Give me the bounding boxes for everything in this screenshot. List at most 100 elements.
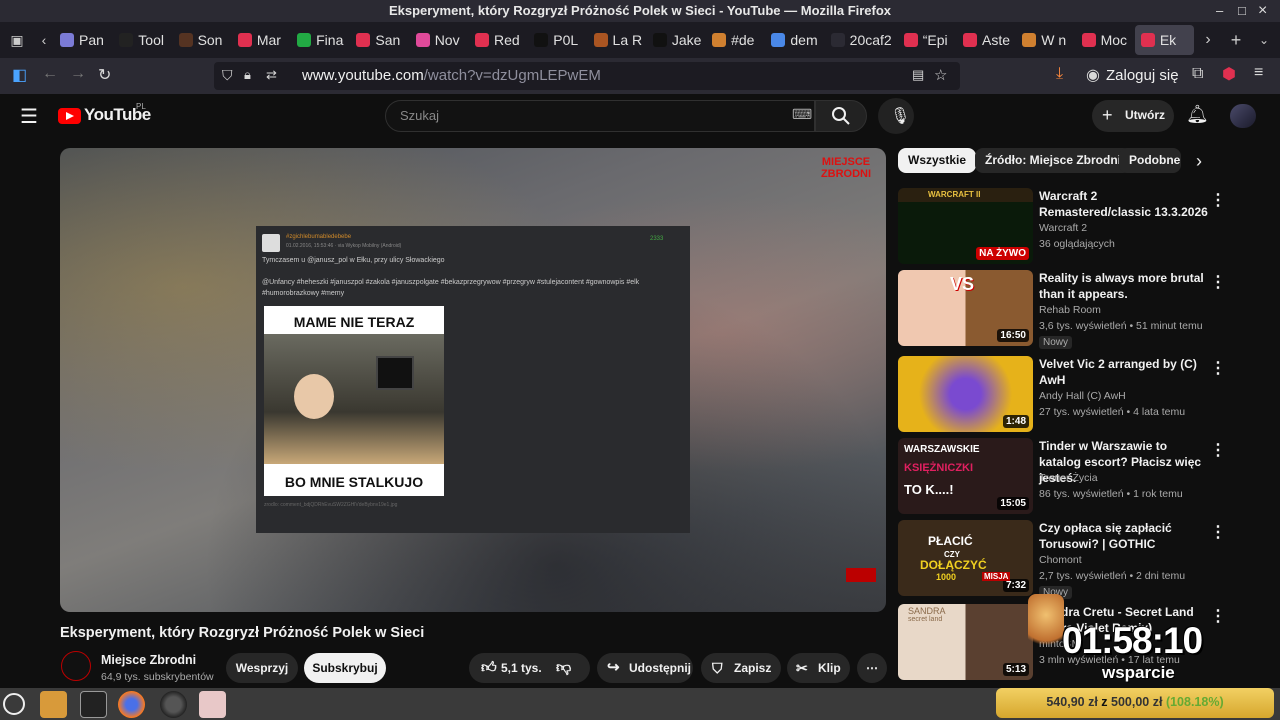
browser-tab[interactable]: #de	[706, 22, 765, 58]
permissions-icon[interactable]: ⇄	[266, 67, 277, 83]
video-menu-icon[interactable]: ⋮	[1210, 522, 1226, 542]
youtube-logo-icon[interactable]	[58, 108, 81, 124]
video-channel[interactable]: Rehab Room	[1039, 304, 1101, 316]
browser-tab[interactable]: La R	[588, 22, 647, 58]
browser-tab[interactable]: San	[350, 22, 409, 58]
browser-tab[interactable]: Jake	[647, 22, 706, 58]
url-text[interactable]: www.youtube.com/watch?v=dzUgmLEPwEM	[302, 67, 601, 84]
video-title[interactable]: Warcraft 2 Remastered/classic 13.3.2026	[1039, 188, 1209, 220]
video-thumbnail[interactable]: 1:48	[898, 356, 1033, 432]
search-button[interactable]	[815, 100, 867, 132]
chip-similar[interactable]: Podobne	[1119, 148, 1181, 173]
channel-name[interactable]: Miejsce Zbrodni	[101, 653, 196, 667]
terminal-icon[interactable]	[80, 691, 107, 718]
scroll-tabs-right-icon[interactable]: ›	[1194, 31, 1222, 49]
new-tab-icon[interactable]: +	[1222, 30, 1250, 51]
obs-icon[interactable]	[160, 691, 187, 718]
chip-source[interactable]: Źródło: Miejsce Zbrodni	[975, 148, 1132, 173]
video-menu-icon[interactable]: ⋮	[1210, 272, 1226, 292]
video-thumbnail[interactable]: 16:50 VS	[898, 270, 1033, 346]
extensions-icon[interactable]: ⧉	[1192, 65, 1203, 83]
video-thumbnail[interactable]: NA ŻYWO WARCRAFT II	[898, 188, 1033, 264]
subscribe-button[interactable]: Subskrybuj	[304, 653, 386, 683]
share-button[interactable]: ↪ Udostępnij	[597, 653, 693, 683]
scroll-tabs-left-icon[interactable]: ‹	[34, 32, 54, 48]
ublock-icon[interactable]: ⬢	[1222, 64, 1236, 84]
video-channel[interactable]: Chomont	[1039, 554, 1082, 566]
forward-icon[interactable]: →	[70, 65, 86, 83]
recommended-video[interactable]: NA ŻYWO WARCRAFT II Warcraft 2 Remastered/…	[898, 188, 1228, 266]
browser-tab[interactable]: “Epi	[898, 22, 957, 58]
sidebar-icon[interactable]: ◧	[12, 65, 27, 85]
video-menu-icon[interactable]: ⋮	[1210, 440, 1226, 460]
close-button[interactable]: ×	[1258, 0, 1267, 22]
reload-icon[interactable]: ↻	[98, 65, 111, 85]
video-title[interactable]: Czy opłaca się zapłacić Torusowi? | GOTH…	[1039, 520, 1209, 552]
tab-overflow-icon[interactable]: ⌄	[1250, 33, 1278, 47]
browser-tab[interactable]: dem	[765, 22, 824, 58]
dislike-icon[interactable]: 👎︎	[556, 653, 571, 683]
browser-tab[interactable]: Mar	[232, 22, 291, 58]
tab-list-icon[interactable]: ▣	[0, 32, 34, 49]
video-thumbnail[interactable]: 5:13 SANDRA secret land	[898, 604, 1033, 680]
video-thumbnail[interactable]: 7:32 PŁACIĆ CZY DOŁĄCZYĆ 1000 MISJA	[898, 520, 1033, 596]
browser-tab[interactable]: Nov	[410, 22, 469, 58]
save-button[interactable]: ⛉ Zapisz	[701, 653, 781, 683]
start-menu-icon[interactable]	[3, 693, 25, 715]
hamburger-icon[interactable]: ☰	[20, 104, 38, 129]
video-thumbnail[interactable]: 15:05 WARSZAWSKIE KSIĘŻNICZKI TO K....!	[898, 438, 1033, 514]
reader-view-icon[interactable]: ▤	[912, 67, 924, 83]
bookmark-star-icon[interactable]: ☆	[934, 66, 947, 84]
chips-next-icon[interactable]: ›	[1196, 151, 1202, 172]
voice-search-button[interactable]: 🎙︎	[878, 98, 914, 134]
channel-avatar[interactable]	[61, 651, 91, 681]
tracking-shield-icon[interactable]: ⛉	[222, 67, 233, 84]
search-input[interactable]: Szukaj ⌨	[385, 100, 815, 132]
recommended-video[interactable]: 15:05 WARSZAWSKIE KSIĘŻNICZKI TO K....! Tind…	[898, 438, 1228, 516]
like-count[interactable]: 5,1 tys.	[501, 653, 542, 683]
recommended-video[interactable]: 16:50 VS Reality is always more brutal tha…	[898, 270, 1228, 349]
keyboard-icon[interactable]: ⌨	[792, 106, 812, 123]
lock-icon[interactable]: 🔒︎	[244, 67, 251, 83]
browser-tab[interactable]: Fina	[291, 22, 350, 58]
video-menu-icon[interactable]: ⋮	[1210, 190, 1226, 210]
notifications-icon[interactable]: 🔔︎	[1186, 104, 1209, 125]
maximize-button[interactable]: □	[1238, 0, 1246, 22]
video-title[interactable]: Velvet Vic 2 arranged by (C) AwH	[1039, 356, 1209, 388]
video-menu-icon[interactable]: ⋮	[1210, 606, 1226, 626]
avatar[interactable]	[1230, 104, 1256, 128]
browser-tab[interactable]: Aste	[957, 22, 1016, 58]
chip-all[interactable]: Wszystkie	[898, 148, 977, 173]
video-player[interactable]: MIEJSCE ZBRODNI #zgichlebumabledebebe 01…	[60, 148, 886, 612]
browser-tab[interactable]: Tool	[113, 22, 172, 58]
more-actions-icon[interactable]: ⋯	[857, 653, 887, 683]
create-button[interactable]: + Utwórz	[1092, 100, 1174, 132]
browser-tab[interactable]: Red	[469, 22, 528, 58]
video-menu-icon[interactable]: ⋮	[1210, 358, 1226, 378]
minimize-button[interactable]: –	[1216, 0, 1223, 22]
browser-tab[interactable]: 20caf2	[825, 22, 898, 58]
browser-tab[interactable]: Pan	[54, 22, 113, 58]
url-bar[interactable]: ⛉ 🔒︎ ⇄ www.youtube.com/watch?v=dzUgmLEPw…	[214, 62, 960, 90]
like-icon[interactable]: 👍︎	[481, 653, 497, 683]
account-icon[interactable]: ◉	[1086, 65, 1100, 85]
back-icon[interactable]: ←	[42, 65, 58, 83]
browser-tab[interactable]: Son	[173, 22, 232, 58]
clip-button[interactable]: ✂ Klip	[787, 653, 850, 683]
recommended-video[interactable]: 1:48 Velvet Vic 2 arranged by (C) AwH Andy…	[898, 356, 1228, 434]
browser-tab[interactable]: Moc	[1076, 22, 1135, 58]
menu-icon[interactable]: ≡	[1254, 64, 1263, 82]
browser-tab[interactable]: W n	[1016, 22, 1075, 58]
downloads-icon[interactable]: ⤓	[1056, 65, 1063, 83]
support-button[interactable]: Wesprzyj	[226, 653, 298, 683]
video-channel[interactable]: Warcraft 2	[1039, 222, 1087, 234]
recommended-video[interactable]: 7:32 PŁACIĆ CZY DOŁĄCZYĆ 1000 MISJA Czy opłaca…	[898, 520, 1228, 599]
browser-tab[interactable]: Ek	[1134, 25, 1194, 55]
browser-tab[interactable]: P0L	[528, 22, 587, 58]
video-title[interactable]: Reality is always more brutal than it ap…	[1039, 270, 1209, 302]
app-icon[interactable]	[199, 691, 226, 718]
video-channel[interactable]: Andy Hall (C) AwH	[1039, 390, 1126, 402]
login-label[interactable]: Zaloguj się	[1106, 67, 1179, 84]
video-channel[interactable]: Trener Życia	[1039, 472, 1098, 484]
firefox-icon[interactable]	[118, 691, 145, 718]
